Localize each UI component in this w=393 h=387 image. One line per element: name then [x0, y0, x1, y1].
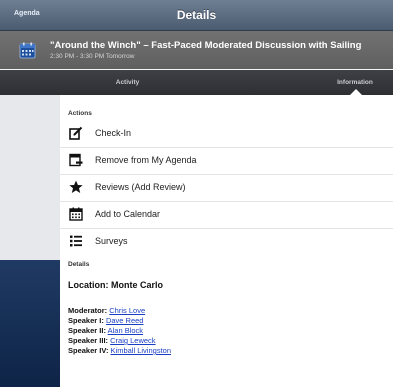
person-link[interactable]: Alan Block — [108, 326, 143, 335]
location-text: Location: Monte Carlo — [68, 280, 163, 290]
action-reviews[interactable]: Reviews (Add Review) — [60, 174, 393, 202]
action-remove-agenda[interactable]: Remove from My Agenda — [60, 147, 393, 175]
person-link[interactable]: Dave Reed — [106, 316, 144, 325]
details-header: Details — [68, 261, 90, 268]
session-title: "Around the Winch" – Fast-Paced Moderate… — [50, 40, 362, 51]
action-label: Surveys — [95, 236, 128, 246]
speaker-line: Speaker III: Craig Leweck — [68, 336, 156, 345]
action-add-calendar[interactable]: Add to Calendar — [60, 201, 393, 229]
person-link[interactable]: Chris Love — [109, 306, 145, 315]
calendar-icon — [69, 207, 83, 221]
actions-header: Actions — [68, 110, 92, 117]
star-icon — [69, 180, 83, 193]
person-role: Speaker II: — [68, 326, 106, 335]
person-role: Speaker IV: — [68, 346, 109, 355]
person-role: Moderator: — [68, 306, 108, 315]
person-link[interactable]: Kimball Livingston — [111, 346, 171, 355]
action-label: Reviews (Add Review) — [95, 182, 186, 192]
agenda-remove-icon — [69, 153, 83, 167]
action-label: Check-In — [95, 128, 132, 138]
tab-activity[interactable]: Activity — [60, 70, 195, 95]
speaker-line: Speaker I: Dave Reed — [68, 316, 143, 325]
person-role: Speaker III: — [68, 336, 109, 345]
check-in-icon — [69, 126, 83, 140]
session-time: 2:30 PM - 3:30 PM Tomorrow — [50, 53, 135, 60]
person-link[interactable]: Craig Leweck — [110, 336, 155, 345]
action-surveys[interactable]: Surveys — [60, 228, 393, 255]
action-label: Add to Calendar — [95, 209, 161, 219]
speaker-line: Speaker II: Alan Block — [68, 326, 143, 335]
navigation-bar: Agenda Details — [0, 0, 393, 31]
information-panel: Actions Check-In Remove from My Agenda R… — [60, 95, 393, 387]
list-icon — [70, 235, 82, 247]
background-strip — [0, 95, 60, 387]
session-header: "Around the Winch" – Fast-Paced Moderate… — [0, 31, 393, 69]
action-check-in[interactable]: Check-In — [60, 120, 393, 148]
speaker-line: Speaker IV: Kimball Livingston — [68, 346, 171, 355]
tab-bar: Activity Information — [0, 70, 393, 95]
page-title: Details — [176, 8, 217, 22]
tab-information[interactable]: Information — [305, 70, 393, 95]
person-role: Speaker I: — [68, 316, 104, 325]
action-label: Remove from My Agenda — [95, 155, 197, 165]
moderator-line: Moderator: Chris Love — [68, 306, 145, 315]
calendar-icon — [19, 42, 36, 59]
